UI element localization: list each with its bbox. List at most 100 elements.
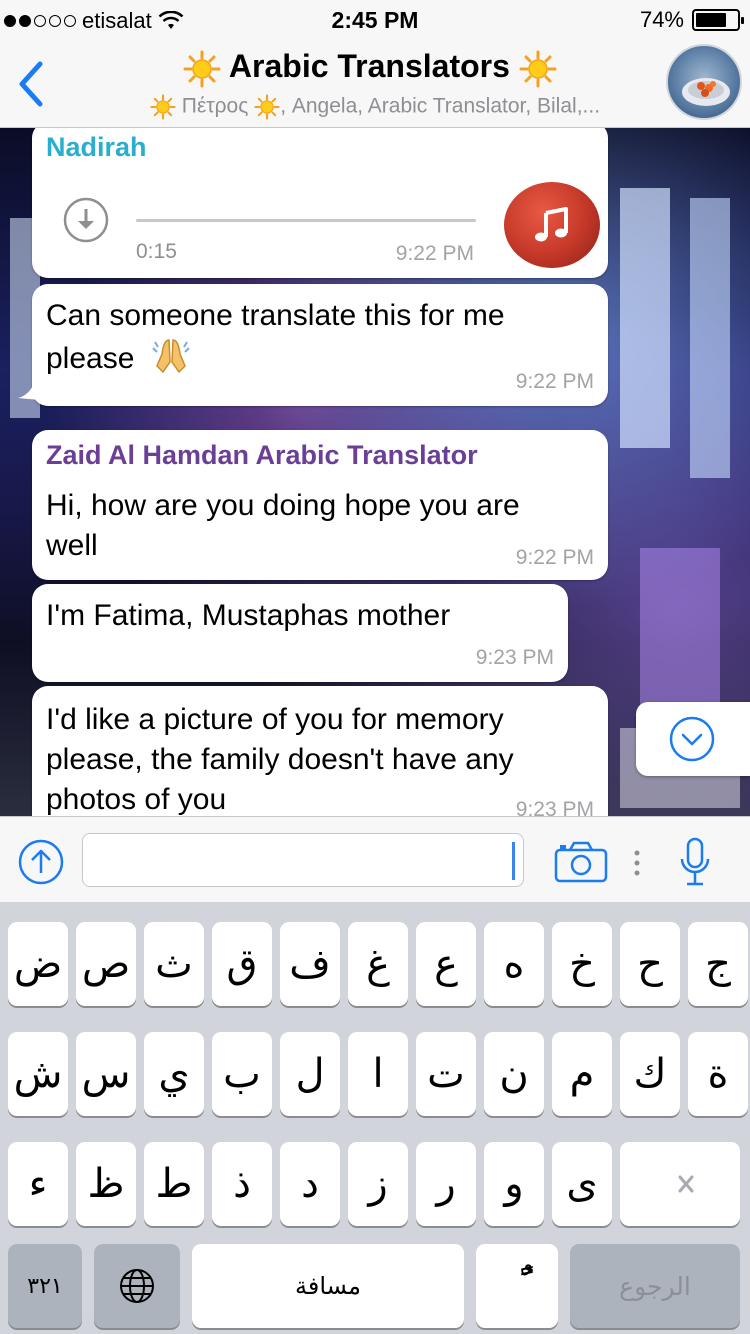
keyboard-key-label: غ (366, 941, 390, 987)
keyboard-key[interactable]: ث (144, 922, 204, 1006)
sun-emoji-icon (183, 50, 221, 88)
message-input[interactable] (82, 833, 524, 887)
keyboard-key[interactable]: س (76, 1032, 136, 1116)
status-right: 74% (639, 7, 744, 33)
keyboard-key-label: د (301, 1161, 319, 1207)
message-bubble[interactable]: I'm Fatima, Mustaphas mother 9:23 PM (32, 584, 568, 682)
attach-arrow-up-icon[interactable] (18, 839, 64, 885)
keyboard-key[interactable]: ذ (212, 1142, 272, 1226)
message-bubble[interactable]: Zaid Al Hamdan Arabic Translator Hi, how… (32, 430, 608, 580)
keyboard-key-label: ش (13, 1051, 63, 1097)
background-light (690, 198, 730, 478)
keyboard-key[interactable]: ك (620, 1032, 680, 1116)
keyboard-key[interactable]: ج (688, 922, 748, 1006)
status-bar: etisalat 2:45 PM 74% (0, 0, 750, 40)
keyboard-key-label: س (81, 1051, 131, 1097)
keyboard-key-label: ف (289, 941, 331, 987)
keyboard-key[interactable]: ض (8, 922, 68, 1006)
battery-percentage: 74% (639, 7, 684, 32)
back-chevron-icon[interactable] (14, 60, 48, 108)
keyboard-key[interactable]: ت (416, 1032, 476, 1116)
audio-progress-bar[interactable] (136, 219, 476, 222)
music-note-icon[interactable] (504, 182, 600, 268)
keyboard-key[interactable]: ي (144, 1032, 204, 1116)
audio-message-bubble[interactable]: Nadirah 0:15 9:22 PM (32, 128, 608, 278)
diacritic-key[interactable]: ًٌ (476, 1244, 558, 1328)
sender-name[interactable]: Nadirah (46, 132, 147, 163)
keyboard-key-label: ذ (233, 1161, 251, 1207)
chat-members-subtitle[interactable]: Πέτρος , Angela, Arabic Translator, Bila… (100, 94, 650, 120)
keyboard-key-label: ة (707, 1051, 729, 1097)
keyboard-key-label: ز (368, 1161, 388, 1207)
message-text-line: photos of you (46, 783, 227, 816)
camera-icon[interactable] (554, 841, 608, 883)
message-time: 9:23 PM (515, 798, 594, 816)
member-name-petros: Πέτρος (181, 94, 249, 118)
keyboard-key-label: ج (705, 941, 731, 987)
space-key[interactable]: مسافة (192, 1244, 464, 1328)
keyboard-key[interactable]: ب (212, 1032, 272, 1116)
keyboard-key[interactable]: ا (348, 1032, 408, 1116)
keyboard-key[interactable]: ف (280, 922, 340, 1006)
keyboard-key[interactable]: ق (212, 922, 272, 1006)
keyboard-key[interactable]: ى (552, 1142, 612, 1226)
keyboard-key[interactable]: ص (76, 922, 136, 1006)
keyboard-key-label: ى (566, 1161, 598, 1207)
group-avatar[interactable] (666, 44, 742, 120)
bubble-tail (18, 382, 40, 400)
keyboard-key-label: و (504, 1161, 524, 1207)
message-bubble[interactable]: Can someone translate this for me please… (18, 284, 608, 406)
message-text-line: please, the family doesn't have any (46, 743, 514, 776)
keyboard-key[interactable]: ل (280, 1032, 340, 1116)
keyboard-key[interactable]: د (280, 1142, 340, 1226)
keyboard-key-label: م (569, 1051, 595, 1097)
numbers-key[interactable]: ٣٢١ (8, 1244, 82, 1328)
keyboard-key[interactable]: ة (688, 1032, 748, 1116)
microphone-icon[interactable] (678, 837, 712, 887)
message-bubble[interactable]: I'd like a picture of you for memory ple… (32, 686, 608, 816)
keyboard-key-label: ق (226, 941, 258, 987)
scroll-to-bottom-button[interactable] (636, 702, 750, 776)
more-options-icon[interactable] (633, 849, 641, 877)
keyboard-key-label: ل (295, 1051, 325, 1097)
chat-title[interactable]: Arabic Translators (90, 48, 650, 88)
keyboard-key[interactable]: خ (552, 922, 612, 1006)
keyboard-key[interactable]: ع (416, 922, 476, 1006)
keyboard-key-label: ي (158, 1051, 190, 1097)
keyboard-key-label: ت (427, 1051, 465, 1097)
keyboard-key-label: ر (436, 1161, 456, 1207)
keyboard-key[interactable]: ء (8, 1142, 68, 1226)
globe-icon (120, 1269, 154, 1303)
delete-key[interactable] (620, 1142, 740, 1226)
message-time: 9:22 PM (515, 546, 594, 569)
download-icon[interactable] (62, 196, 110, 244)
member-names-rest: , Angela, Arabic Translator, Bilal,... (280, 94, 601, 118)
message-text-line: please (46, 336, 505, 379)
keyboard-key[interactable]: ر (416, 1142, 476, 1226)
keyboard-key[interactable]: ن (484, 1032, 544, 1116)
globe-key[interactable] (94, 1244, 180, 1328)
keyboard-key[interactable]: و (484, 1142, 544, 1226)
keyboard-key[interactable]: ح (620, 922, 680, 1006)
return-key-label: الرجوع (619, 1271, 691, 1301)
audio-duration: 0:15 (136, 240, 177, 263)
keyboard-key[interactable]: ش (8, 1032, 68, 1116)
keyboard-key-label: ك (633, 1051, 667, 1097)
keyboard-key-label: ء (28, 1161, 48, 1207)
keyboard-key[interactable]: ظ (76, 1142, 136, 1226)
keyboard-key[interactable]: ز (348, 1142, 408, 1226)
background-light (620, 188, 670, 448)
message-input-bar (0, 816, 750, 902)
chat-messages[interactable]: Nadirah 0:15 9:22 PM Can someone transla… (0, 128, 750, 816)
keyboard-key[interactable]: غ (348, 922, 408, 1006)
sender-name[interactable]: Zaid Al Hamdan Arabic Translator (46, 440, 478, 471)
keyboard-key[interactable]: ط (144, 1142, 204, 1226)
keyboard-key[interactable]: ه (484, 922, 544, 1006)
sun-emoji-icon (519, 50, 557, 88)
numbers-key-label: ٣٢١ (27, 1273, 63, 1299)
message-text: Hi, how are you doing hope you are well (46, 486, 520, 566)
message-text-line: well (46, 529, 98, 562)
keyboard-key-label: ظ (87, 1161, 125, 1207)
return-key[interactable]: الرجوع (570, 1244, 740, 1328)
keyboard-key[interactable]: م (552, 1032, 612, 1116)
